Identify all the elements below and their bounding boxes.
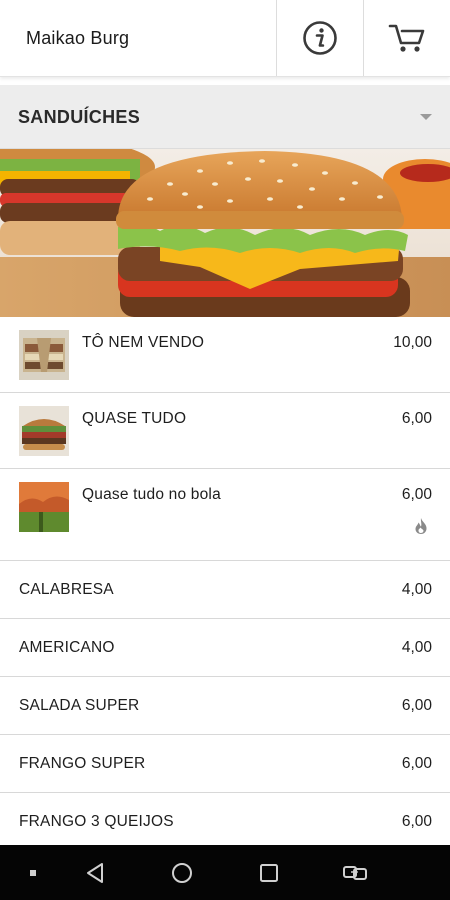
cart-icon — [388, 24, 425, 52]
cart-button[interactable] — [363, 0, 450, 76]
dot-icon — [30, 869, 36, 876]
menu-item-price: 6,00 — [401, 755, 432, 772]
menu-item-name: QUASE TUDO — [82, 410, 187, 427]
menu-item-name: FRANGO SUPER — [19, 755, 146, 772]
menu-item-price: 6,00 — [401, 410, 432, 427]
menu-item-name: SALADA SUPER — [19, 697, 140, 714]
menu-item-price: 4,00 — [401, 639, 432, 656]
nav-screen-switch-button[interactable] — [338, 845, 372, 900]
info-button[interactable] — [276, 0, 363, 76]
menu-item[interactable]: FRANGO 3 QUEIJOS 6,00 — [0, 793, 450, 851]
system-navigation-bar — [0, 845, 450, 900]
menu-item[interactable]: QUASE TUDO 6,00 — [0, 393, 450, 469]
menu-item-list: TÔ NEM VENDO 10,00 QUASE TUDO 6,00 Quase… — [0, 317, 450, 851]
burger-photo — [19, 406, 69, 456]
nav-back-button[interactable] — [80, 845, 110, 900]
back-icon — [87, 862, 103, 883]
flame-icon — [415, 518, 427, 534]
app-header: Maikao Burg — [0, 0, 450, 77]
menu-item-price: 4,00 — [401, 581, 432, 598]
sandwich-photo — [19, 330, 69, 380]
home-icon — [172, 862, 192, 883]
menu-item-name: Quase tudo no bola — [82, 486, 221, 503]
menu-item-name: AMERICANO — [19, 639, 115, 656]
nav-dot-button[interactable] — [18, 845, 48, 900]
nav-recents-button[interactable] — [253, 845, 285, 900]
menu-item-price: 10,00 — [393, 334, 432, 351]
menu-item[interactable]: TÔ NEM VENDO 10,00 — [0, 317, 450, 393]
category-label: SANDUÍCHES — [18, 107, 141, 127]
menu-item[interactable]: FRANGO SUPER 6,00 — [0, 735, 450, 793]
screen-switch-icon — [343, 865, 367, 880]
recents-icon — [260, 863, 278, 882]
landscape-photo — [19, 482, 69, 532]
menu-item-name: TÔ NEM VENDO — [82, 334, 205, 351]
restaurant-title: Maikao Burg — [26, 28, 130, 48]
menu-item-price: 6,00 — [401, 486, 432, 503]
menu-item-name: FRANGO 3 QUEIJOS — [19, 813, 174, 830]
chevron-down-icon — [420, 114, 432, 120]
menu-item-price: 6,00 — [401, 813, 432, 830]
menu-item[interactable]: CALABRESA 4,00 — [0, 561, 450, 619]
info-icon — [303, 21, 337, 55]
menu-item-price: 6,00 — [401, 697, 432, 714]
menu-item[interactable]: Quase tudo no bola 6,00 — [0, 469, 450, 561]
menu-item[interactable]: SALADA SUPER 6,00 — [0, 677, 450, 735]
category-select[interactable]: SANDUÍCHES — [0, 85, 450, 149]
nav-home-button[interactable] — [166, 845, 198, 900]
menu-item[interactable]: AMERICANO 4,00 — [0, 619, 450, 677]
menu-item-name: CALABRESA — [19, 581, 114, 598]
category-banner-image — [0, 149, 450, 317]
